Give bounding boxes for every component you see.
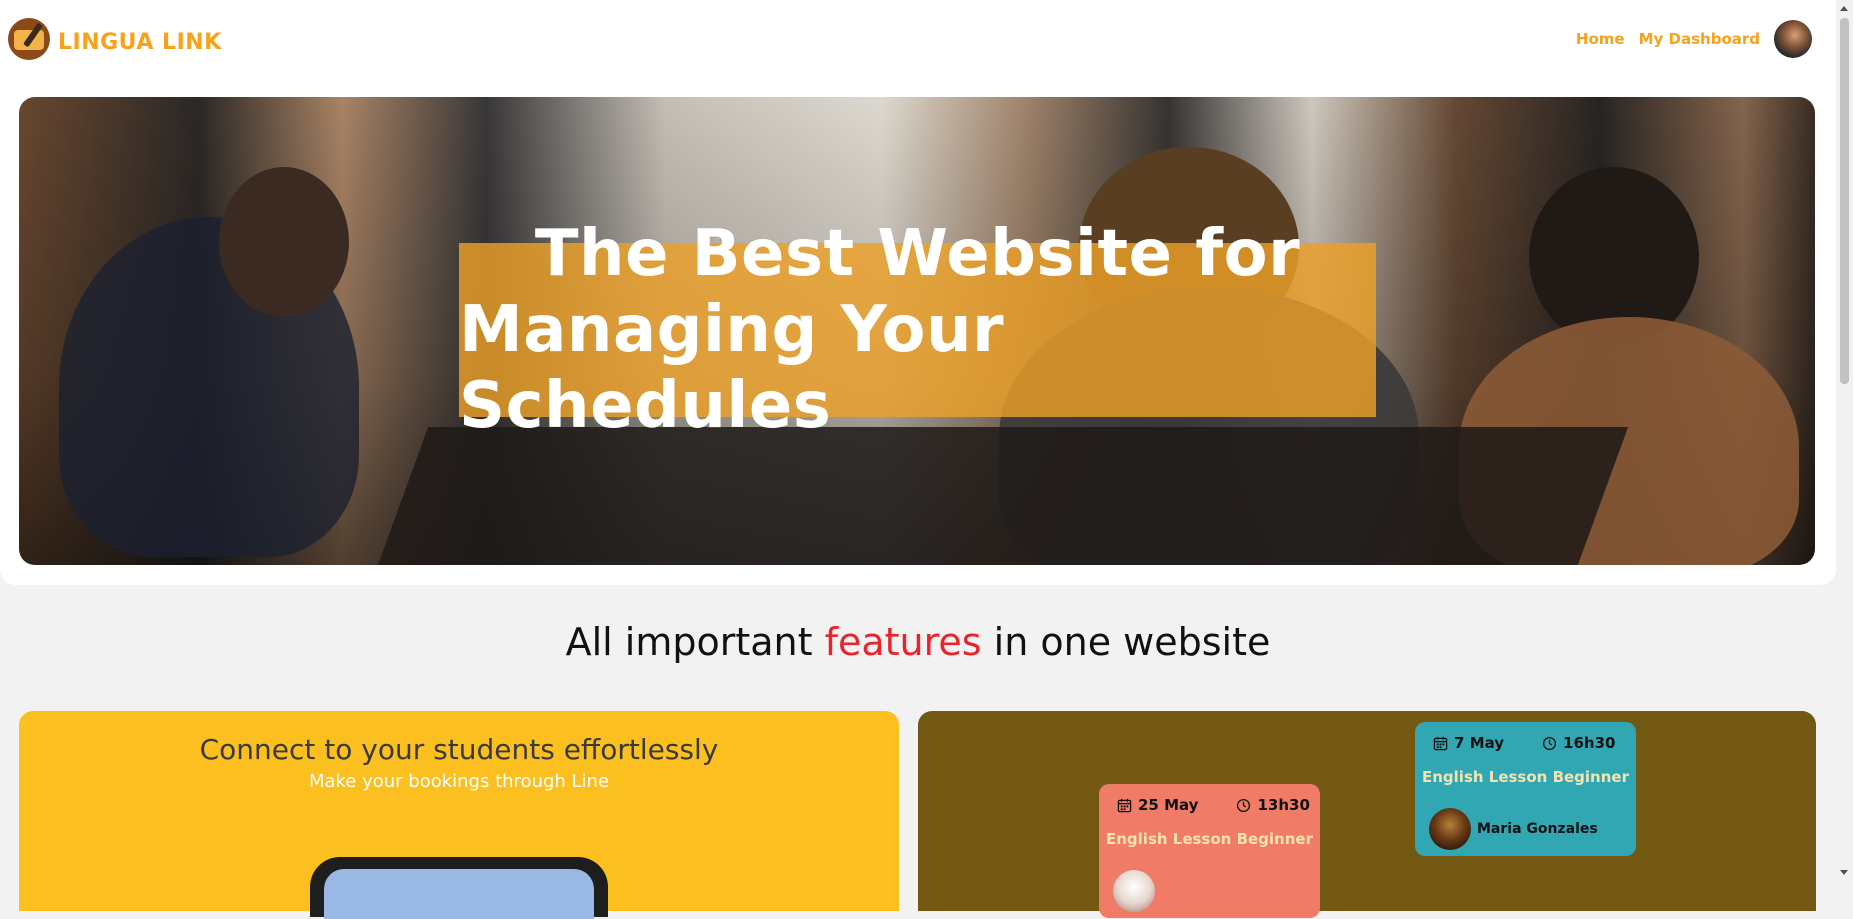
hero-headline-line-1: The Best Website for (534, 217, 1301, 291)
calendar-icon (1433, 736, 1448, 751)
lesson-title: English Lesson Beginner (1422, 768, 1629, 786)
hero-headline-box: The Best Website for Managing Your Sched… (459, 217, 1376, 443)
hero-section: The Best Website for Managing Your Sched… (0, 78, 1836, 585)
nav-link-home[interactable]: Home (1576, 30, 1625, 48)
lesson-card[interactable]: 7 May 16h30 English Lesson Beginner Mari… (1415, 722, 1636, 856)
nav-link-my-dashboard[interactable]: My Dashboard (1639, 30, 1760, 48)
teacher-avatar (1113, 870, 1155, 912)
scrollbar-thumb[interactable] (1840, 18, 1849, 384)
clock-icon (1542, 736, 1557, 751)
brand[interactable]: LINGUA LINK (8, 18, 222, 60)
brand-name: LINGUA LINK (58, 29, 222, 55)
features-heading-prefix: All important (565, 620, 825, 664)
lesson-teacher (1113, 870, 1155, 912)
lesson-date: 7 May (1454, 734, 1505, 752)
top-navbar: LINGUA LINK Home My Dashboard (0, 0, 1836, 78)
features-heading-highlight: features (824, 620, 982, 664)
scroll-up-arrow-icon[interactable] (1836, 0, 1853, 17)
lesson-meta: 25 May 13h30 (1117, 796, 1310, 814)
scroll-down-arrow-icon[interactable] (1836, 864, 1853, 881)
hero-headline-line-2: Managing Your Schedules (459, 293, 1005, 443)
user-avatar[interactable] (1774, 20, 1812, 58)
calendar-icon (1117, 798, 1132, 813)
teacher-name: Maria Gonzales (1477, 821, 1598, 837)
book-pen-logo-icon (8, 18, 50, 60)
feature-card-title: Connect to your students effortlessly (199, 733, 719, 766)
nav-links: Home My Dashboard (1576, 20, 1812, 58)
features-heading: All important features in one website (0, 620, 1836, 664)
lesson-date: 25 May (1138, 796, 1199, 814)
lesson-time: 13h30 (1257, 796, 1310, 814)
teacher-avatar (1429, 808, 1471, 850)
features-heading-suffix: in one website (981, 620, 1271, 664)
lesson-time: 16h30 (1563, 734, 1616, 752)
phone-mockup (310, 857, 608, 919)
lesson-teacher: Maria Gonzales (1429, 808, 1598, 850)
feature-card-subtitle: Make your bookings through Line (308, 771, 610, 792)
lesson-card[interactable]: 25 May 13h30 English Lesson Beginner (1099, 784, 1320, 918)
lesson-title: English Lesson Beginner (1106, 830, 1313, 848)
clock-icon (1236, 798, 1251, 813)
feature-card-lessons: 7 May 16h30 English Lesson Beginner Mari… (918, 711, 1816, 918)
lesson-meta: 7 May 16h30 (1433, 734, 1615, 752)
feature-card-connect: Connect to your students effortlessly Ma… (19, 711, 899, 919)
page-scrollbar[interactable] (1836, 0, 1853, 881)
hero-banner-image: The Best Website for Managing Your Sched… (19, 97, 1815, 565)
